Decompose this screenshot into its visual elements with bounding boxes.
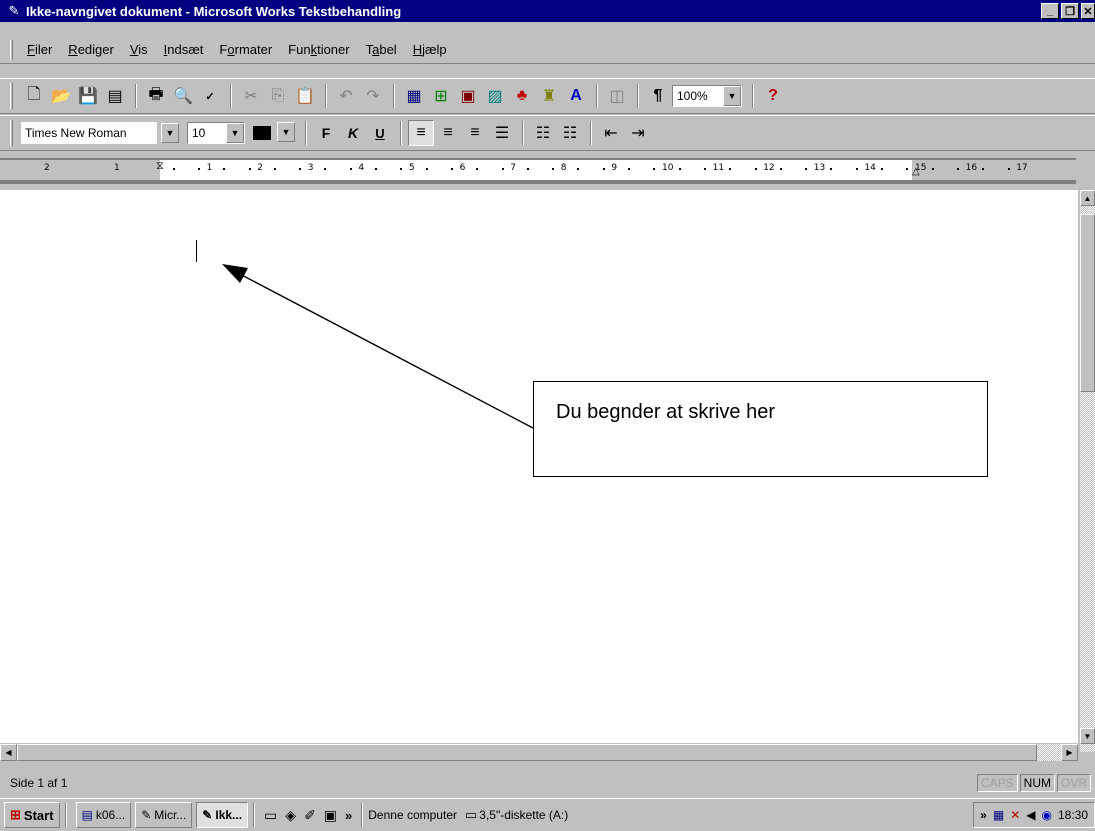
taskbar: ⊞ Start ▤ k06... ✎ Micr... ✎ Ikk... ▭ ◈ …	[0, 798, 1095, 831]
diskette-icon: ▭	[464, 807, 478, 822]
works-icon: ✎	[202, 808, 213, 822]
taskbar-separator	[64, 803, 67, 827]
network-icon[interactable]: ▦	[993, 808, 1004, 822]
scroll-down-icon[interactable]: ▼	[1080, 728, 1095, 744]
scroll-left-icon[interactable]: ◀	[0, 744, 17, 761]
address-computer: Denne computer	[368, 808, 457, 822]
messenger-icon[interactable]: ◉	[1041, 808, 1051, 822]
document-icon: ▤	[81, 808, 93, 822]
quicklaunch-computer-icon[interactable]: ▣	[324, 807, 337, 824]
task-button[interactable]: ✎ Micr...	[135, 802, 193, 828]
scroll-up-icon[interactable]: ▲	[1080, 190, 1095, 206]
ovr-indicator: OVR	[1056, 774, 1091, 792]
page-indicator: Side 1 af 1	[10, 776, 68, 790]
start-button[interactable]: ⊞ Start	[4, 802, 60, 828]
error-icon[interactable]: ✕	[1010, 808, 1020, 822]
volume-icon[interactable]: ◀	[1026, 808, 1035, 822]
task-button-active[interactable]: ✎ Ikk...	[196, 802, 249, 828]
horizontal-scrollbar[interactable]: ◀ ▶	[0, 744, 1078, 761]
task-button[interactable]: ▤ k06...	[75, 802, 132, 828]
vertical-scrollbar[interactable]: ▲ ▼	[1080, 190, 1095, 752]
tray-more-button[interactable]: »	[980, 808, 987, 822]
taskbar-separator	[361, 803, 364, 827]
windows-logo-icon: ⊞	[10, 807, 21, 822]
quicklaunch-more-button[interactable]: »	[345, 808, 352, 823]
address-drive: 3,5"-diskette (A:)	[479, 808, 569, 822]
taskbar-separator	[253, 803, 256, 827]
quicklaunch-desktop-icon[interactable]: ▭	[264, 807, 277, 824]
start-label: Start	[23, 807, 54, 823]
scroll-right-icon[interactable]: ▶	[1061, 744, 1078, 761]
horizontal-scroll-thumb[interactable]	[17, 744, 1037, 761]
works-icon: ✎	[141, 808, 152, 822]
clock: 18:30	[1057, 808, 1088, 822]
task-label: Micr...	[154, 808, 187, 822]
caps-indicator: CAPS	[976, 774, 1018, 792]
callout-box: Du begnder at skrive her	[533, 381, 988, 477]
quicklaunch-explorer-icon[interactable]: ◈	[285, 807, 296, 824]
status-bar: Side 1 af 1 CAPS NUM OVR	[0, 772, 1095, 794]
callout-text: Du begnder at skrive her	[556, 401, 776, 423]
system-tray: » ▦ ✕ ◀ ◉ 18:30	[973, 802, 1095, 828]
quicklaunch-edit-icon[interactable]: ✐	[304, 807, 316, 824]
task-label: k06...	[95, 808, 126, 822]
vertical-scroll-thumb[interactable]	[1080, 214, 1095, 392]
num-indicator: NUM	[1019, 774, 1055, 792]
task-label: Ikk...	[215, 808, 243, 822]
